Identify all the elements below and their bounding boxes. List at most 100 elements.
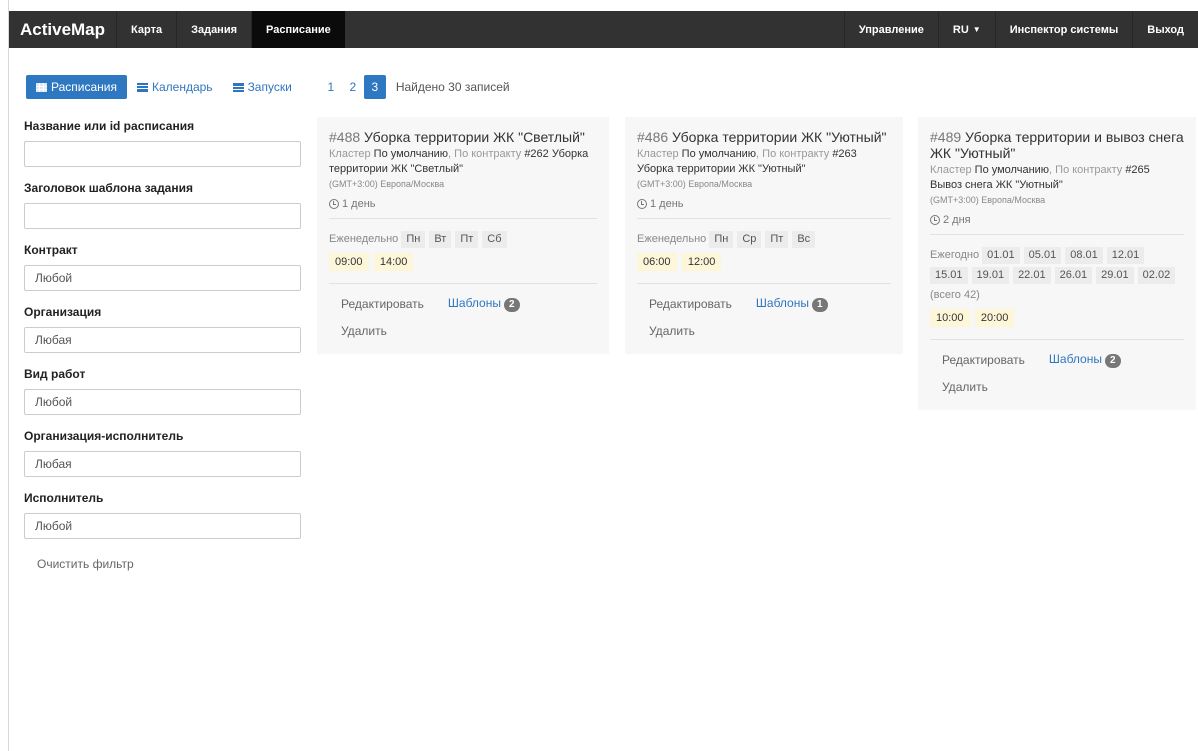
templates-button[interactable]: Шаблоны 2 bbox=[1037, 346, 1133, 374]
calendar-icon bbox=[136, 82, 148, 92]
date-tag: 22.01 bbox=[1013, 267, 1051, 284]
time-list: 06:00 12:00 bbox=[637, 253, 891, 271]
card-actions: Редактировать Шаблоны 1 Удалить bbox=[637, 290, 891, 344]
executor-org-label: Организация-исполнитель bbox=[24, 429, 184, 443]
cluster-name: По умолчанию bbox=[681, 148, 757, 160]
schedule-card: #489 Уборка территории и вывоз снега ЖК … bbox=[918, 117, 1196, 410]
recurrence-type: Ежегодно bbox=[930, 249, 980, 261]
cluster-name: По умолчанию bbox=[373, 148, 449, 160]
pagination: 1 2 3 Найдено 30 записей bbox=[320, 75, 510, 99]
templates-button[interactable]: Шаблоны 2 bbox=[436, 290, 532, 318]
schedule-title[interactable]: #486 Уборка территории ЖК "Уютный" bbox=[637, 129, 891, 145]
page-3-button[interactable]: 3 bbox=[363, 75, 386, 99]
duration-text: 1 день bbox=[342, 198, 376, 210]
time-list: 09:00 14:00 bbox=[329, 253, 597, 271]
contract-label: Контракт bbox=[24, 243, 78, 257]
recurrence-type: Еженедельно bbox=[637, 233, 707, 245]
date-tag: 19.01 bbox=[971, 267, 1010, 284]
clear-filter-button[interactable]: Очистить фильтр bbox=[24, 552, 301, 576]
nav-system-inspector[interactable]: Инспектор системы bbox=[994, 11, 1133, 48]
page-2-button[interactable]: 2 bbox=[342, 75, 364, 99]
page-1-button[interactable]: 1 bbox=[320, 75, 342, 99]
card-actions: Редактировать Шаблоны 2 Удалить bbox=[329, 290, 597, 344]
executor-select[interactable]: Любой bbox=[24, 513, 301, 539]
schedule-name-input[interactable] bbox=[24, 141, 301, 167]
cluster-prefix: Кластер bbox=[329, 148, 371, 160]
cluster-name: По умолчанию bbox=[974, 164, 1050, 176]
schedule-meta: Кластер По умолчанию, По контракту #263 … bbox=[637, 147, 891, 177]
schedule-name: Уборка территории и вывоз снега ЖК "Уютн… bbox=[930, 129, 1184, 161]
nav-tasks[interactable]: Задания bbox=[176, 11, 251, 48]
date-tag: 08.01 bbox=[1065, 247, 1103, 264]
templates-count-badge: 2 bbox=[503, 298, 520, 312]
delete-button[interactable]: Удалить bbox=[637, 318, 707, 344]
nav-schedule[interactable]: Расписание bbox=[251, 11, 345, 48]
work-type-label: Вид работ bbox=[24, 367, 86, 381]
schedule-id: #489 bbox=[930, 129, 962, 145]
date-tag: 26.01 bbox=[1054, 267, 1093, 284]
schedule-card: #488 Уборка территории ЖК "Светлый" Клас… bbox=[317, 117, 609, 354]
day-tag: Вт bbox=[429, 231, 452, 248]
schedule-name-label: Название или id расписания bbox=[24, 119, 195, 133]
duration-text: 2 дня bbox=[943, 214, 971, 226]
day-tag: Пт bbox=[765, 231, 789, 248]
templates-count-badge: 1 bbox=[811, 298, 828, 312]
delete-button[interactable]: Удалить bbox=[329, 318, 399, 344]
organization-select[interactable]: Любая bbox=[24, 327, 301, 353]
templates-button[interactable]: Шаблоны 1 bbox=[744, 290, 840, 318]
day-tag: Ср bbox=[737, 231, 762, 248]
time-tag: 09:00 bbox=[329, 253, 369, 271]
nav-logout[interactable]: Выход bbox=[1132, 11, 1198, 48]
templates-label: Шаблоны bbox=[1048, 352, 1102, 366]
nav-map[interactable]: Карта bbox=[116, 11, 176, 48]
duration-text: 1 день bbox=[650, 198, 684, 210]
filter-panel: Название или id расписания Заголовок шаб… bbox=[24, 118, 301, 576]
templates-label: Шаблоны bbox=[755, 296, 809, 310]
recurrence: Еженедельно Пн Вт Пт Сб bbox=[329, 229, 597, 249]
edit-button[interactable]: Редактировать bbox=[637, 291, 744, 317]
delete-button[interactable]: Удалить bbox=[930, 374, 1000, 400]
schedule-id: #486 bbox=[637, 129, 669, 145]
recurrence: Еженедельно Пн Ср Пт Вс bbox=[637, 229, 891, 249]
schedule-toolbar: Расписания Календарь Запуски 1 2 3 Найде… bbox=[26, 74, 510, 100]
nav-management[interactable]: Управление bbox=[843, 11, 938, 48]
list-icon bbox=[232, 82, 244, 92]
schedule-title[interactable]: #489 Уборка территории и вывоз снега ЖК … bbox=[930, 129, 1184, 161]
contract-select[interactable]: Любой bbox=[24, 265, 301, 291]
runs-view-button[interactable]: Запуски bbox=[223, 75, 302, 99]
executor-org-select[interactable]: Любая bbox=[24, 451, 301, 477]
date-tag: 29.01 bbox=[1096, 267, 1134, 284]
schedules-view-button[interactable]: Расписания bbox=[26, 75, 127, 99]
day-tag: Пн bbox=[709, 231, 734, 248]
runs-view-label: Запуски bbox=[247, 80, 292, 94]
edit-button[interactable]: Редактировать bbox=[329, 291, 436, 317]
brand-logo[interactable]: ActiveMap bbox=[9, 11, 116, 48]
templates-count-badge: 2 bbox=[1104, 354, 1121, 368]
schedule-title[interactable]: #488 Уборка территории ЖК "Светлый" bbox=[329, 129, 597, 145]
contract-prefix: , По контракту bbox=[448, 148, 522, 160]
schedule-meta: Кластер По умолчанию, По контракту #262 … bbox=[329, 147, 597, 177]
nav-language-label: RU bbox=[952, 23, 969, 36]
schedule-name: Уборка территории ЖК "Уютный" bbox=[672, 129, 887, 145]
day-tag: Сб bbox=[482, 231, 507, 248]
schedule-meta: Кластер По умолчанию, По контракту #265 … bbox=[930, 163, 1184, 193]
templates-label: Шаблоны bbox=[447, 296, 501, 310]
calendar-view-button[interactable]: Календарь bbox=[127, 75, 223, 99]
records-found-text: Найдено 30 записей bbox=[395, 80, 510, 94]
edit-button[interactable]: Редактировать bbox=[930, 347, 1037, 373]
duration: 1 день bbox=[329, 198, 597, 210]
time-tag: 10:00 bbox=[930, 309, 970, 327]
nav-language[interactable]: RU ▼ bbox=[937, 11, 995, 48]
organization-label: Организация bbox=[24, 305, 102, 319]
duration: 1 день bbox=[637, 198, 891, 210]
date-tag: 02.02 bbox=[1137, 267, 1176, 284]
divider bbox=[329, 283, 597, 284]
calendar-view-label: Календарь bbox=[151, 80, 213, 94]
clock-icon bbox=[930, 215, 940, 225]
template-title-input[interactable] bbox=[24, 203, 301, 229]
work-type-select[interactable]: Любой bbox=[24, 389, 301, 415]
clock-icon bbox=[329, 199, 339, 209]
day-tag: Вс bbox=[792, 231, 816, 248]
date-tag: 05.01 bbox=[1023, 247, 1062, 264]
